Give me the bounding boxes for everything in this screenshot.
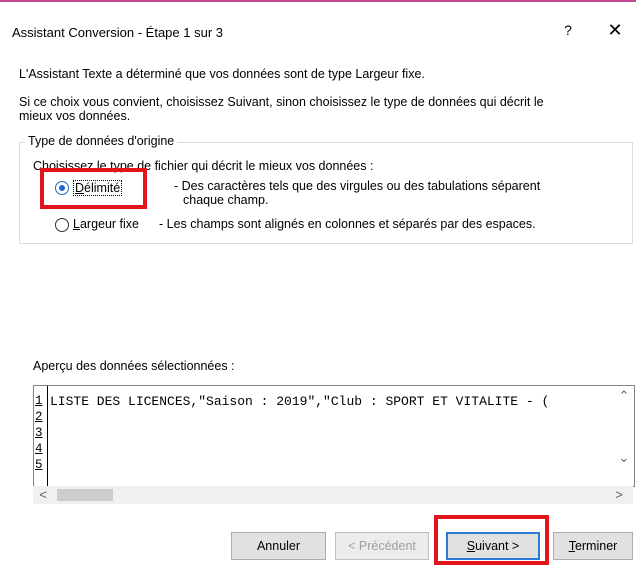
previous-button[interactable]: < Précédent	[335, 532, 429, 560]
scroll-left-icon[interactable]: <	[37, 487, 49, 502]
close-button[interactable]: ✕	[600, 20, 630, 42]
preview-line-1: LISTE DES LICENCES,"Saison : 2019","Club…	[50, 394, 550, 409]
scroll-up-icon[interactable]: ⌃	[618, 388, 630, 404]
file-type-prompt: Choisissez le type de fichier qui décrit…	[33, 159, 374, 173]
next-button[interactable]: Suivant >	[446, 532, 540, 560]
preview-area[interactable]: 1 2 3 4 5 LISTE DES LICENCES,"Saison : 2…	[33, 385, 635, 487]
scroll-down-icon[interactable]: ⌄	[618, 450, 630, 466]
preview-horizontal-scrollbar[interactable]: < >	[33, 486, 633, 504]
delimited-description-1: - Des caractères tels que des virgules o…	[174, 179, 541, 193]
preview-label: Aperçu des données sélectionnées :	[33, 359, 235, 373]
radio-fixed-width[interactable]	[55, 218, 69, 232]
radio-fixed-width-label[interactable]: Largeur fixe	[73, 217, 139, 231]
horizontal-scroll-thumb[interactable]	[57, 489, 113, 501]
preview-vertical-scrollbar[interactable]: ⌃ ⌄	[616, 386, 632, 470]
delimited-description-2: chaque champ.	[183, 193, 269, 207]
access-key-l: L	[73, 217, 80, 231]
help-button[interactable]: ?	[556, 22, 580, 42]
intro-line-1: L'Assistant Texte a déterminé que vos do…	[19, 67, 425, 81]
line-number: 4	[35, 442, 43, 456]
finish-button[interactable]: Terminer	[553, 532, 633, 560]
next-label: uivant >	[475, 539, 520, 553]
radio-selected-dot	[59, 185, 65, 191]
preview-line-numbers: 1 2 3 4 5	[34, 386, 48, 486]
intro-line-3: mieux vos données.	[19, 109, 131, 123]
finish-label: erminer	[574, 539, 618, 553]
line-number: 2	[35, 410, 43, 424]
radio-delimited[interactable]	[55, 181, 69, 195]
line-number: 1	[35, 394, 43, 408]
dialog-title: Assistant Conversion - Étape 1 sur 3	[12, 25, 223, 40]
cancel-button[interactable]: Annuler	[231, 532, 326, 560]
label-rest: élimité	[84, 181, 121, 195]
radio-delimited-label[interactable]: Délimité	[73, 180, 123, 196]
access-key-s: S	[466, 539, 476, 553]
line-number: 3	[35, 426, 43, 440]
groupbox-legend: Type de données d'origine	[25, 134, 178, 148]
access-key-d: D	[75, 181, 85, 195]
line-number: 5	[35, 458, 43, 472]
scroll-right-icon[interactable]: >	[613, 487, 625, 502]
fixed-width-description: - Les champs sont alignés en colonnes et…	[159, 217, 536, 231]
intro-line-2: Si ce choix vous convient, choisissez Su…	[19, 95, 544, 109]
label-rest: argeur fixe	[79, 217, 140, 231]
